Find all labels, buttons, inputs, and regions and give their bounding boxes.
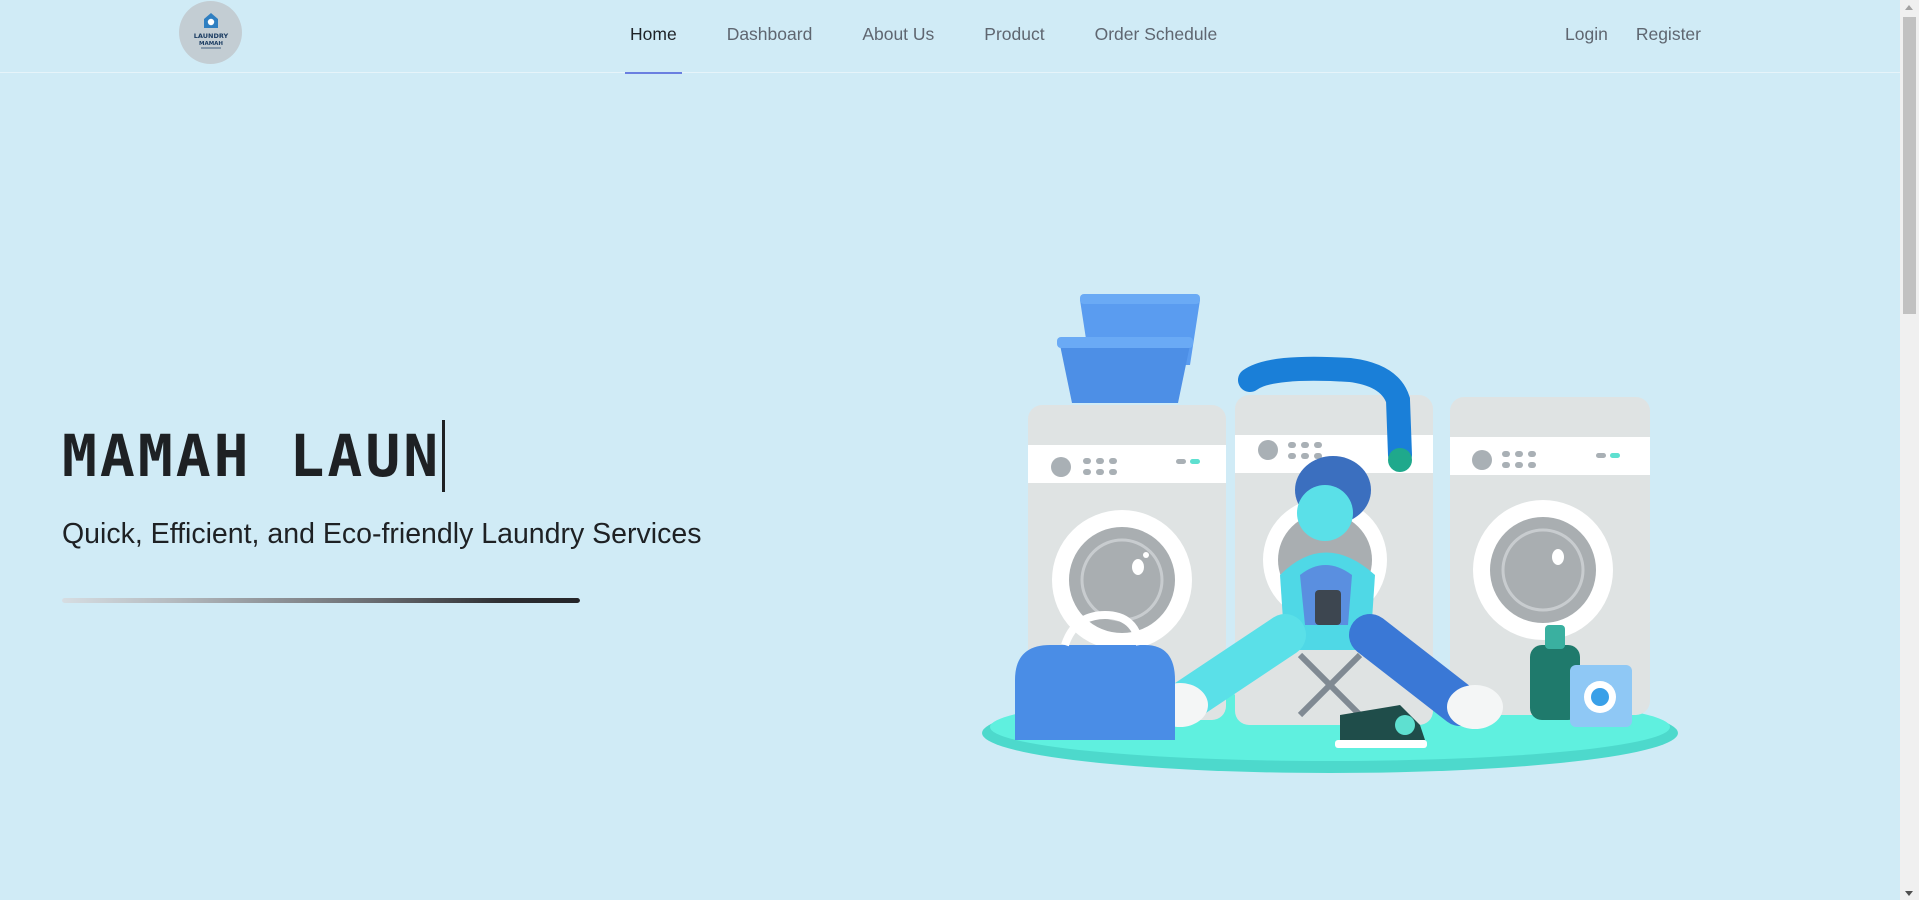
nav-home-link[interactable]: Home [625,0,682,74]
vertical-scrollbar[interactable] [1900,0,1919,900]
svg-text:MAMAH: MAMAH [198,41,222,47]
nav-product-link[interactable]: Product [979,0,1049,73]
scroll-up-arrow-icon[interactable] [1905,5,1913,10]
nav-about-us-link[interactable]: About Us [857,0,939,73]
laundry-logo-icon: LAUNDRY MAMAH [193,12,228,48]
hero-title-text: MAMAH LAUN [62,422,442,490]
scroll-thumb[interactable] [1903,17,1916,314]
hero-divider-bar [62,598,580,603]
brand-logo[interactable]: LAUNDRY MAMAH [179,1,242,64]
typing-caret [442,420,446,492]
main-nav: Home Dashboard About Us Product Order Sc… [625,0,1223,74]
svg-text:LAUNDRY: LAUNDRY [193,32,228,40]
hero-divider-fill [62,598,580,603]
nav-order-schedule-link[interactable]: Order Schedule [1090,0,1223,73]
detergent-box-icon [1570,665,1632,727]
top-navbar: LAUNDRY MAMAH Home Dashboard About Us Pr… [0,0,1900,74]
laundromat-illustration [982,294,1678,773]
register-link[interactable]: Register [1631,0,1706,73]
hero-title: MAMAH LAUN [62,420,446,492]
hero-subtitle: Quick, Efficient, and Eco-friendly Laund… [62,518,702,550]
nav-dashboard-link[interactable]: Dashboard [722,0,818,73]
scroll-down-arrow-icon[interactable] [1905,891,1913,896]
laundry-basket-icon [1057,294,1200,403]
login-link[interactable]: Login [1560,0,1613,73]
auth-nav: Login Register [1560,0,1706,73]
